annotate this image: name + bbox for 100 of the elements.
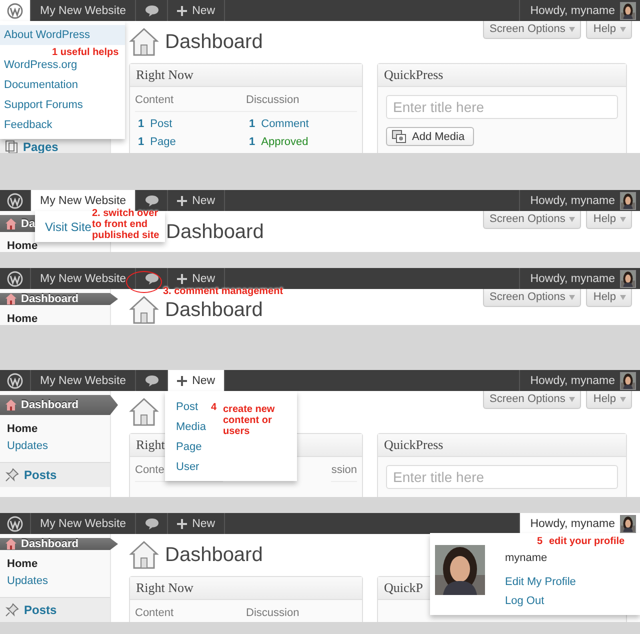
screen-options-tab[interactable]: Screen Options xyxy=(482,211,582,229)
count: 1 xyxy=(248,118,256,130)
house-icon xyxy=(5,293,17,305)
house-icon xyxy=(129,397,159,427)
page-title: Dashboard xyxy=(166,221,264,244)
sidebar-item[interactable]: Home xyxy=(0,232,38,252)
count: 1 xyxy=(137,118,144,130)
sidebar-item[interactable]: Da xyxy=(0,215,35,232)
screen-options-tab[interactable]: Screen Options xyxy=(482,289,582,307)
house-icon xyxy=(5,399,17,411)
column-heading: Discussion xyxy=(246,91,357,112)
help-tab[interactable]: Help xyxy=(586,391,632,409)
annotation: 4 xyxy=(211,402,217,413)
sidebar-item[interactable]: Updates xyxy=(0,435,48,458)
caret-icon xyxy=(620,26,626,32)
stat-link[interactable]: Post xyxy=(150,118,172,130)
new-content-menu[interactable]: New xyxy=(168,513,226,534)
user-name: myname xyxy=(505,552,548,564)
sidebar-item[interactable]: Home xyxy=(0,305,38,325)
menu-item[interactable]: Edit My Profile xyxy=(505,576,576,588)
annotation: 5 xyxy=(537,536,543,547)
column-heading: ssion xyxy=(331,461,357,482)
column-heading: Discussion xyxy=(246,604,357,622)
help-tab[interactable]: Help xyxy=(586,289,632,307)
new-content-menu[interactable]: New xyxy=(168,370,226,391)
sidebar-item[interactable]: Dashboard xyxy=(0,293,118,305)
house-icon xyxy=(5,538,17,550)
wordpress-logo xyxy=(7,2,23,18)
caret-icon xyxy=(620,294,626,300)
menu-item[interactable]: Documentation xyxy=(0,75,125,95)
page-title: Dashboard xyxy=(165,544,263,567)
wordpress-logo xyxy=(7,516,23,532)
speech-bubble-icon xyxy=(144,4,159,16)
title-field[interactable]: Enter title here xyxy=(386,465,618,489)
caret-icon xyxy=(569,294,576,300)
stat-link[interactable]: Comment xyxy=(261,118,309,130)
menu-item[interactable]: Support Forums xyxy=(0,95,125,115)
sidebar-item[interactable]: Dashboard xyxy=(0,395,118,415)
account-link[interactable]: Howdy, myname xyxy=(519,513,640,534)
speech-bubble-icon xyxy=(144,194,159,206)
help-tab[interactable]: Help xyxy=(586,211,632,229)
pushpin-icon xyxy=(5,468,19,482)
plus-icon xyxy=(177,6,188,16)
widget-title: Right Now xyxy=(130,577,362,600)
add-media-button[interactable]: Add Media xyxy=(386,127,474,146)
menu-item[interactable]: Visit Site xyxy=(45,220,92,234)
page-title: Dashboard xyxy=(165,299,263,322)
house-icon xyxy=(129,27,159,57)
speech-bubble-icon xyxy=(144,518,159,530)
widget-title: QuickPress xyxy=(378,64,626,87)
wordpress-logo xyxy=(7,270,23,286)
new-content-menu[interactable]: New xyxy=(168,268,226,289)
stat-link[interactable]: Page xyxy=(150,136,176,148)
sidebar-item[interactable]: Posts xyxy=(0,597,110,622)
screen-options-tab[interactable]: Screen Options xyxy=(482,391,582,409)
media-icon xyxy=(392,130,406,143)
stat-link[interactable]: Approved xyxy=(261,136,308,148)
wordpress-logo xyxy=(7,192,23,208)
menu-item[interactable]: Media xyxy=(176,417,206,437)
wordpress-logo xyxy=(7,372,23,388)
help-tab[interactable]: Help xyxy=(586,21,632,39)
caret-icon xyxy=(569,216,576,222)
speech-bubble-icon xyxy=(144,272,159,284)
speech-bubble-icon xyxy=(144,374,159,386)
sidebar-item[interactable]: Updates xyxy=(0,570,48,593)
annotation: 2. switch over to front end published site xyxy=(92,208,160,241)
plus-icon xyxy=(177,274,188,284)
pushpin-icon xyxy=(5,603,19,617)
caret-icon xyxy=(569,396,576,402)
annotation: create new content or users xyxy=(223,404,275,437)
count: 1 xyxy=(248,136,256,148)
sidebar-item[interactable]: Dashboard xyxy=(0,538,118,550)
menu-item[interactable]: About WordPress xyxy=(0,25,125,45)
annotation: edit your profile xyxy=(549,536,625,547)
caret-icon xyxy=(620,396,626,402)
screen-options-tab[interactable]: Screen Options xyxy=(482,21,582,39)
pages-icon xyxy=(5,140,18,153)
plus-icon xyxy=(177,518,188,528)
sidebar-item[interactable]: Posts xyxy=(0,462,110,487)
column-heading: Content xyxy=(135,91,246,112)
menu-item[interactable]: Feedback xyxy=(0,115,125,135)
new-content-menu[interactable]: New xyxy=(168,0,226,21)
widget-title: QuickPress xyxy=(378,434,626,457)
sidebar-item[interactable]: Home xyxy=(0,415,38,435)
plus-icon xyxy=(177,376,188,386)
sidebar-item[interactable]: Home xyxy=(0,550,38,570)
plus-icon xyxy=(177,196,188,206)
menu-item[interactable]: Page xyxy=(176,437,202,457)
caret-icon xyxy=(620,216,626,222)
widget-title: Right Now xyxy=(130,64,362,87)
page-title: Dashboard xyxy=(165,31,263,54)
menu-item[interactable]: Post xyxy=(176,397,198,417)
column-heading: Content xyxy=(135,604,246,622)
annotation: 3. comment management xyxy=(163,286,284,297)
caret-icon xyxy=(569,26,576,32)
house-icon xyxy=(5,218,17,230)
house-icon xyxy=(129,540,159,570)
title-field[interactable]: Enter title here xyxy=(386,95,618,119)
new-content-menu[interactable]: New xyxy=(168,190,226,211)
count: 1 xyxy=(137,136,144,148)
